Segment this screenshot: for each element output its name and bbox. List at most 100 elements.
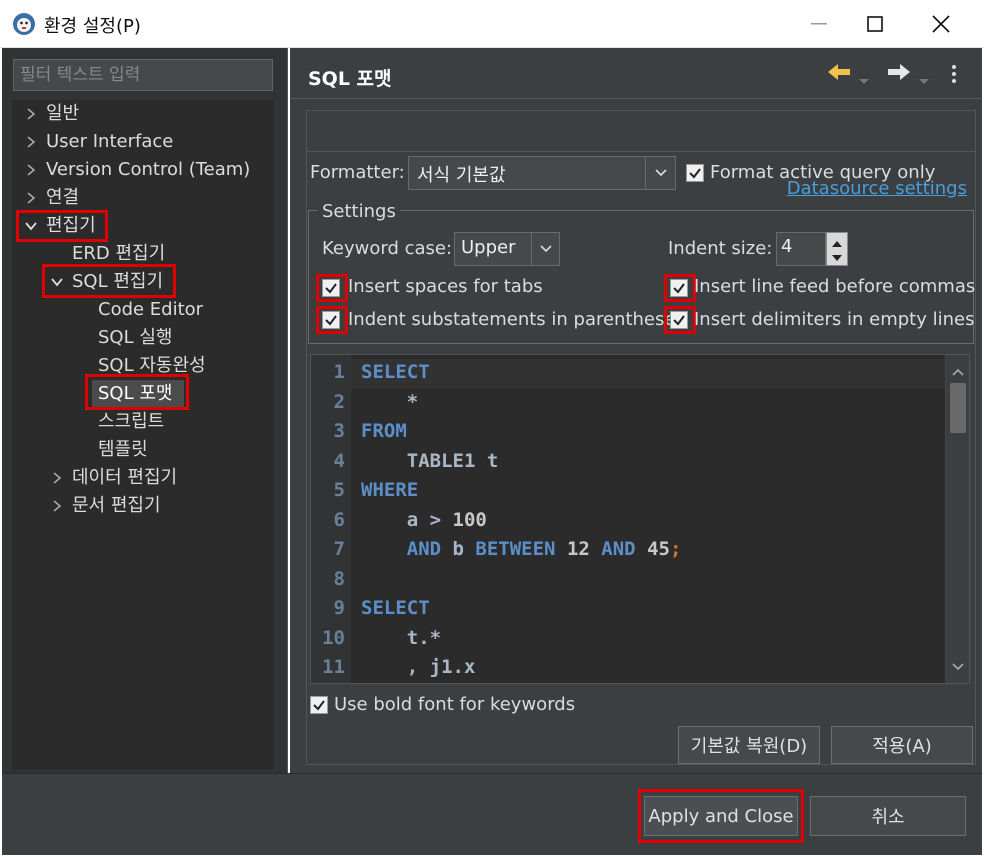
chevron-down-icon (645, 157, 675, 189)
chevron-right-icon (50, 471, 64, 485)
tree-item-sql-format[interactable]: SQL 포맷 (12, 380, 274, 408)
sql-preview-editor[interactable]: 1 2 3 4 5 6 7 8 9 10 11 SELECT * FROM TAB… (310, 354, 970, 684)
delimiters-empty-lines-checkbox[interactable] (670, 311, 688, 329)
line-number: 11 (322, 656, 345, 678)
tree-item-label: 편집기 (46, 215, 96, 236)
format-active-query-label: Format active query only (710, 162, 936, 183)
indent-substatements-label: Indent substatements in parentheses (348, 309, 685, 330)
code-line: WHERE (361, 479, 419, 501)
line-number: 9 (333, 597, 345, 619)
checkmark-icon (313, 700, 325, 711)
settings-legend: Settings (318, 201, 400, 222)
maximize-button[interactable] (842, 0, 908, 48)
tree-item-templates[interactable]: 템플릿 (12, 436, 274, 464)
line-number: 4 (333, 450, 345, 472)
scroll-down-icon[interactable] (951, 656, 965, 677)
bold-keywords-label: Use bold font for keywords (334, 694, 576, 715)
cancel-button[interactable]: 취소 (810, 796, 966, 836)
checkmark-icon (673, 315, 685, 326)
chevron-right-icon (24, 135, 38, 149)
tree-item-label: User Interface (46, 131, 174, 152)
spin-down-icon[interactable] (830, 249, 844, 263)
spin-up-icon[interactable] (830, 235, 844, 249)
scroll-up-icon[interactable] (951, 361, 965, 382)
button-label: 취소 (871, 807, 905, 828)
apply-button[interactable]: 적용(A) (831, 726, 973, 764)
line-number: 1 (333, 361, 345, 383)
checkmark-icon (325, 315, 337, 326)
tree-item-label: SQL 편집기 (72, 271, 164, 292)
bold-keywords-checkbox[interactable] (310, 696, 328, 714)
line-feed-commas-label: Insert line feed before commas (694, 276, 976, 297)
line-number: 8 (333, 568, 345, 590)
header-divider (290, 98, 982, 99)
more-menu-icon[interactable] (950, 64, 958, 89)
back-arrow-icon[interactable] (826, 62, 852, 87)
chevron-down-icon (50, 275, 64, 289)
button-label: 적용(A) (872, 736, 932, 757)
page-title: SQL 포맷 (308, 68, 392, 90)
tree-item-label: 템플릿 (98, 439, 148, 460)
code-line: * (361, 391, 419, 413)
indent-substatements-checkbox[interactable] (322, 311, 340, 329)
maximize-icon (867, 16, 883, 32)
filter-text-input[interactable] (13, 59, 273, 91)
indent-size-input[interactable]: 4 (776, 232, 826, 266)
tree-item-label: Code Editor (98, 299, 204, 320)
tree-item-label: 일반 (46, 103, 80, 124)
keyword-case-select[interactable]: Upper (454, 232, 560, 266)
window-title: 환경 설정(P) (44, 16, 141, 37)
tree-item-sql-editor[interactable]: SQL 편집기 (12, 268, 274, 296)
delimiters-empty-lines-label: Insert delimiters in empty lines (694, 309, 975, 330)
forward-dropdown-icon[interactable] (918, 70, 930, 91)
chevron-down-icon (531, 233, 559, 265)
tree-item-version-control[interactable]: Version Control (Team) (12, 156, 274, 184)
code-line: t.* (361, 627, 442, 649)
vertical-scrollbar[interactable] (945, 355, 969, 683)
line-number: 2 (333, 391, 345, 413)
minimize-icon (811, 23, 827, 25)
line-number: 3 (333, 420, 345, 442)
formatter-select[interactable]: 서식 기본값 (408, 156, 676, 190)
preferences-tree: 일반 User Interface Version Control (Team)… (12, 100, 274, 770)
format-active-query-checkbox[interactable] (686, 164, 704, 182)
tree-item-scripts[interactable]: 스크립트 (12, 408, 274, 436)
indent-size-label: Indent size: (668, 238, 773, 259)
tree-item-editors[interactable]: 편집기 (12, 212, 274, 240)
chevron-down-icon (24, 219, 38, 233)
tree-item-label: 문서 편집기 (72, 495, 161, 516)
scrollbar-thumb[interactable] (950, 383, 966, 433)
spaces-for-tabs-checkbox[interactable] (322, 279, 340, 297)
code-line: AND b BETWEEN 12 AND 45; (406, 538, 682, 560)
line-feed-commas-checkbox[interactable] (670, 279, 688, 297)
tree-item-label: 연결 (46, 187, 80, 208)
line-number: 7 (333, 538, 345, 560)
dialog-footer: Apply and Close 취소 (2, 773, 982, 855)
close-button[interactable] (908, 0, 974, 48)
tree-item-general[interactable]: 일반 (12, 100, 274, 128)
keyword-case-label: Keyword case: (322, 238, 453, 259)
tree-item-sql-execute[interactable]: SQL 실행 (12, 324, 274, 352)
forward-arrow-icon[interactable] (886, 62, 912, 87)
tree-item-label: 데이터 편집기 (72, 467, 178, 488)
tree-item-connections[interactable]: 연결 (12, 184, 274, 212)
spaces-for-tabs-label: Insert spaces for tabs (348, 276, 543, 297)
tree-item-document-editor[interactable]: 문서 편집기 (12, 492, 274, 520)
line-number: 10 (322, 627, 345, 649)
apply-and-close-button[interactable]: Apply and Close (644, 796, 798, 836)
tree-item-data-editor[interactable]: 데이터 편집기 (12, 464, 274, 492)
keyword-case-value: Upper (461, 237, 516, 258)
tree-item-user-interface[interactable]: User Interface (12, 128, 274, 156)
code-line: a > 100 (361, 509, 487, 531)
line-number: 5 (333, 479, 345, 501)
tree-item-code-editor[interactable]: Code Editor (12, 296, 274, 324)
title-bar: 환경 설정(P) (0, 0, 984, 48)
formatter-value: 서식 기본값 (417, 165, 506, 186)
code-line: SELECT (361, 361, 430, 383)
restore-defaults-button[interactable]: 기본값 복원(D) (678, 726, 820, 764)
chevron-right-icon (24, 163, 38, 177)
formatter-label: Formatter: (310, 162, 405, 183)
code-line: SELECT (361, 597, 430, 619)
back-dropdown-icon[interactable] (858, 70, 870, 91)
indent-size-spinner[interactable] (826, 232, 848, 266)
